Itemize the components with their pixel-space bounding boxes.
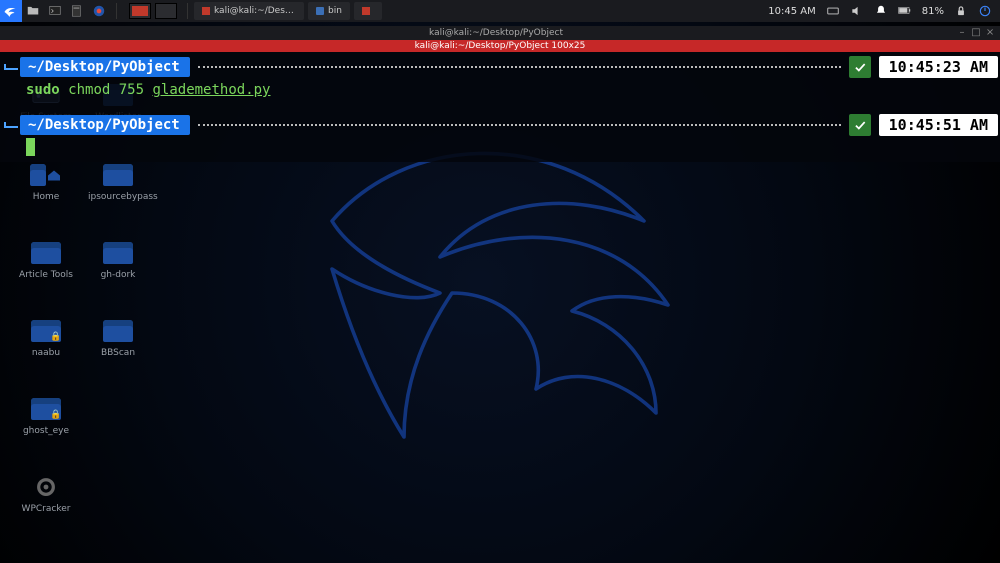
desktop-icon-label: Home [16,192,76,202]
desktop-icon-gh-dork[interactable]: gh-dork [88,240,148,280]
chevron-icon [0,64,18,70]
cmd-chmod: chmod [68,82,110,98]
desktop-icon-ipsourcebypass[interactable]: ipsourcebypass [88,162,148,202]
workspace-2[interactable] [155,3,177,19]
file-manager-launcher[interactable] [22,0,44,22]
desktop-icon-label: ipsourcebypass [88,192,148,202]
desktop-icon-label: BBScan [88,348,148,358]
desktop-icon-naabu[interactable]: naabu [16,318,76,358]
battery-icon[interactable] [898,4,912,18]
maximize-button[interactable]: □ [972,29,980,37]
folder-icon [102,240,134,266]
prompt-separator [198,66,841,68]
window-icon [362,7,370,15]
desktop-icon-label: gh-dork [88,270,148,280]
prompt-path: ~/Desktop/PyObject [20,115,190,135]
battery-percent: 81% [922,6,944,17]
keyboard-icon[interactable] [826,4,840,18]
chevron-icon [0,122,18,128]
workspace-switcher[interactable] [129,3,181,19]
notifications-icon[interactable] [874,4,888,18]
desktop-icon-ghost-eye[interactable]: ghost_eye [16,396,76,436]
panel-divider [116,3,117,19]
power-icon[interactable] [978,4,992,18]
taskbar-item-label: kali@kali:~/Desktop/Py… [214,6,296,16]
taskbar-bin-window[interactable]: bin [308,2,350,20]
window-title: kali@kali:~/Desktop/PyObject [40,28,952,38]
status-success-icon [849,56,871,78]
desktop-icon-article-tools[interactable]: Article Tools [16,240,76,280]
terminal-launcher[interactable] [44,0,66,22]
terminal-icon [48,4,62,18]
cmd-file: glademethod.py [152,82,270,98]
text-editor-launcher[interactable] [66,0,88,22]
terminal-size-overlay: kali@kali:~/Desktop/PyObject 100x25 [0,40,1000,52]
folder-icon [102,162,134,188]
cursor-icon [26,138,35,156]
taskbar-item-label: bin [328,6,342,16]
cmd-sudo: sudo [26,82,60,98]
lock-icon[interactable] [954,4,968,18]
window-titlebar[interactable]: kali@kali:~/Desktop/PyObject – □ × [0,26,1000,40]
taskbar-minimized-window[interactable] [354,2,382,20]
editor-icon [70,4,84,18]
terminal-input-line[interactable] [0,138,1000,156]
desktop[interactable]: File System Home Article Tools naabu gho… [0,22,1000,563]
minimize-button[interactable]: – [958,29,966,37]
home-folder-icon [30,162,62,188]
prompt-separator [198,124,841,126]
browser-icon [92,4,106,18]
prompt-timestamp: 10:45:51 AM [879,114,998,136]
window-icon [202,7,210,15]
prompt-path: ~/Desktop/PyObject [20,57,190,77]
top-panel: kali@kali:~/Desktop/Py… bin 10:45 AM 81% [0,0,1000,22]
desktop-icon-wpcracker[interactable]: WPCracker [16,474,76,514]
folder-locked-icon [30,396,62,422]
folder-icon [30,240,62,266]
taskbar-terminal-window[interactable]: kali@kali:~/Desktop/Py… [194,2,304,20]
folder-icon [316,7,324,15]
desktop-icon-label: ghost_eye [16,426,76,436]
desktop-icon-label: naabu [16,348,76,358]
cmd-mode: 755 [119,82,144,98]
system-tray: 10:45 AM 81% [768,4,1000,18]
clock[interactable]: 10:45 AM [768,6,815,17]
desktop-icon-bbscan[interactable]: BBScan [88,318,148,358]
prompt-timestamp: 10:45:23 AM [879,56,998,78]
command-line: sudo chmod 755 glademethod.py [0,80,1000,112]
prompt-row: ~/Desktop/PyObject 10:45:51 AM [0,112,1000,138]
folder-icon [102,318,134,344]
status-success-icon [849,114,871,136]
browser-launcher[interactable] [88,0,110,22]
workspace-1[interactable] [129,3,151,19]
gear-icon [30,474,62,500]
folder-locked-icon [30,318,62,344]
kali-dragon-icon [3,3,19,19]
volume-icon[interactable] [850,4,864,18]
terminal-body[interactable]: ~/Desktop/PyObject 10:45:23 AM sudo chmo… [0,52,1000,162]
desktop-icon-label: Article Tools [16,270,76,280]
prompt-row: ~/Desktop/PyObject 10:45:23 AM [0,54,1000,80]
applications-menu-button[interactable] [0,0,22,22]
folder-icon [26,4,40,18]
close-button[interactable]: × [986,29,994,37]
desktop-icon-home[interactable]: Home [16,162,76,202]
panel-divider [187,3,188,19]
desktop-icon-label: WPCracker [16,504,76,514]
terminal-window: kali@kali:~/Desktop/PyObject – □ × kali@… [0,26,1000,162]
